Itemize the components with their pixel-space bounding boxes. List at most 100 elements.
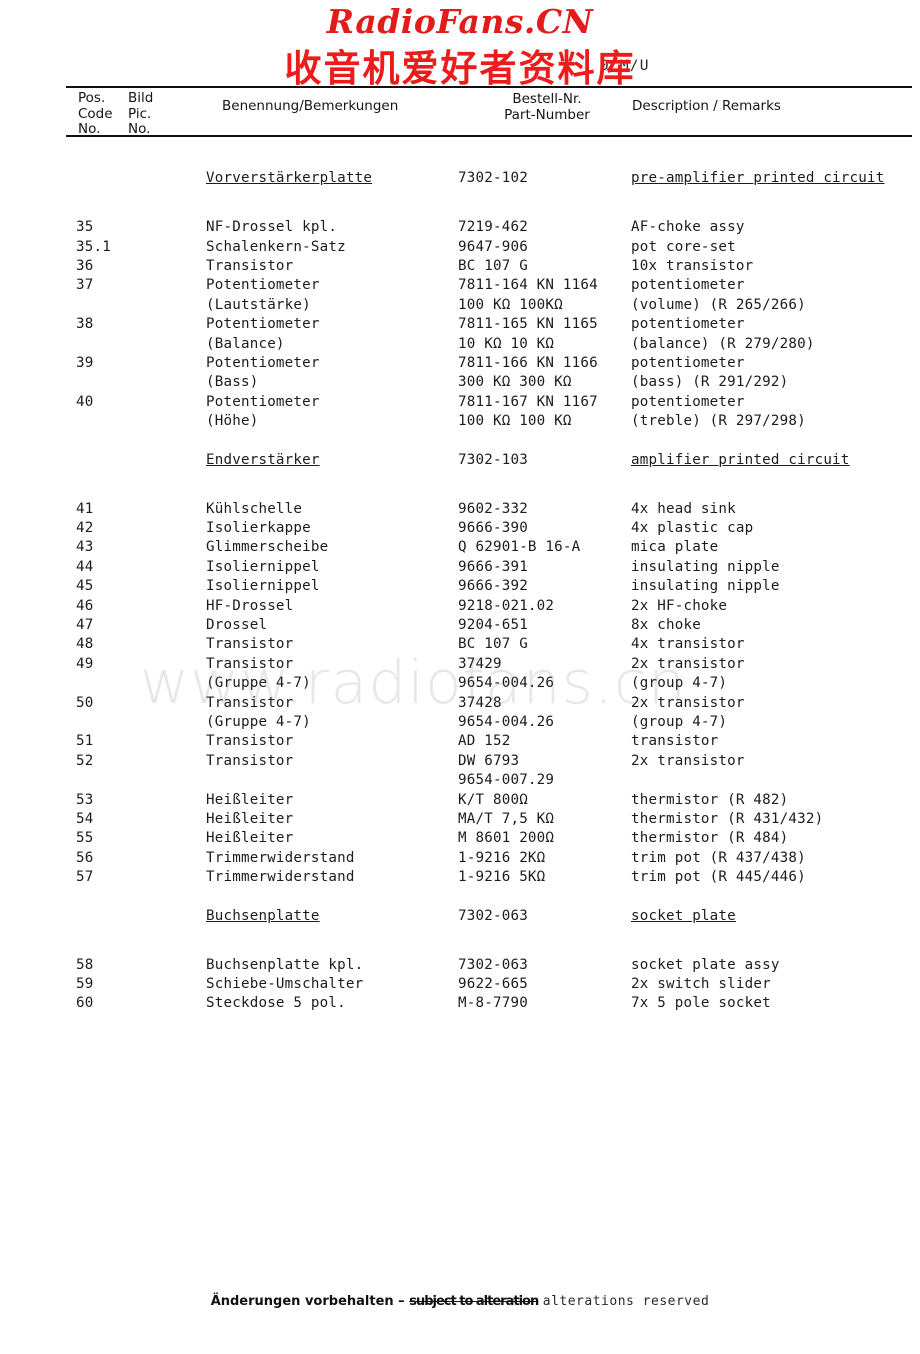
row-pos-code: 35 — [76, 219, 94, 236]
pos-line-1: Pos. — [78, 90, 106, 106]
table-row: 43 Glimmerscheibe Q 62901-B 16-A mica plate — [66, 538, 912, 557]
table-row: (Lautstärke) 100 KΩ 100KΩ (volume) (R 265/… — [66, 296, 912, 315]
table-row: 53 Heißleiter K/T 800Ω thermistor (R 482) — [66, 791, 912, 810]
row-pos-code: 37 — [76, 277, 94, 294]
row-part-number: 7811-164 KN 1164 — [458, 277, 598, 294]
row-pos-code: 52 — [76, 752, 94, 769]
row-pos-code: 56 — [76, 849, 94, 866]
row-pos-code: 55 — [76, 830, 94, 847]
table-row: 54 Heißleiter MA/T 7,5 KΩ thermistor (R 431… — [66, 810, 912, 829]
row-description: 7x 5 pole socket — [631, 995, 771, 1012]
bild-line-1: Bild — [128, 90, 154, 106]
row-benennung: Endverstärker — [206, 451, 320, 468]
row-description: (balance) (R 279/280) — [631, 335, 815, 352]
row-pos-code: 54 — [76, 810, 94, 827]
row-spacer — [66, 431, 912, 450]
row-description: amplifier printed circuit — [631, 451, 850, 468]
row-spacer — [66, 946, 912, 956]
table-row: 35.1 Schalenkern-Satz 9647-906 pot core-set — [66, 238, 912, 257]
row-part-number: 9666-390 — [458, 520, 528, 537]
row-benennung: Heißleiter — [206, 810, 294, 827]
row-benennung: Potentiometer — [206, 316, 320, 333]
row-description: 2x switch slider — [631, 976, 771, 993]
row-description: 4x transistor — [631, 636, 745, 653]
table-row: 36 Transistor BC 107 G 10x transistor — [66, 257, 912, 276]
pos-line-2: Code — [78, 105, 113, 122]
row-benennung: Schalenkern-Satz — [206, 238, 346, 255]
row-benennung: Isoliernippel — [206, 558, 320, 575]
row-part-number: 9218-021.02 — [458, 597, 555, 614]
row-part-number: 9622-665 — [458, 976, 528, 993]
row-benennung: Potentiometer — [206, 277, 320, 294]
row-pos-code: 44 — [76, 558, 94, 575]
row-part-number: 7811-167 KN 1167 — [458, 393, 598, 410]
row-description: thermistor (R 431/432) — [631, 810, 824, 827]
row-pos-code: 49 — [76, 655, 94, 672]
table-row: 47 Drossel 9204-651 8x choke — [66, 616, 912, 635]
table-row: 55 Heißleiter M 8601 200Ω thermistor (R 484… — [66, 829, 912, 848]
row-description: (treble) (R 297/298) — [631, 413, 806, 430]
row-description: (group 4-7) — [631, 713, 728, 730]
row-benennung: Potentiometer — [206, 354, 320, 371]
row-pos-code: 35.1 — [76, 238, 111, 255]
footer-struck-text: subject to alteration — [409, 1294, 539, 1309]
row-description: transistor — [631, 733, 719, 750]
row-benennung: (Gruppe 4-7) — [206, 713, 311, 730]
row-description: trim pot (R 445/446) — [631, 869, 806, 886]
row-part-number: BC 107 G — [458, 636, 528, 653]
row-pos-code: 46 — [76, 597, 94, 614]
row-part-number: 9654-004.26 — [458, 713, 555, 730]
bestell-line-2: Part-Number — [504, 107, 590, 123]
footer-typed-text: alterations reserved — [542, 1294, 710, 1309]
table-row: (Balance) 10 KΩ 10 KΩ (balance) (R 279/280… — [66, 335, 912, 354]
row-benennung: Transistor — [206, 733, 294, 750]
row-description: 8x choke — [631, 616, 701, 633]
table-row: 44 Isoliernippel 9666-391 insulating nipple — [66, 558, 912, 577]
row-description: insulating nipple — [631, 578, 780, 595]
row-description: 2x transistor — [631, 694, 745, 711]
row-part-number: 7302-063 — [458, 907, 528, 924]
row-description: (group 4-7) — [631, 675, 728, 692]
row-part-number: 7811-165 KN 1165 — [458, 316, 598, 333]
row-part-number: 37428 — [458, 694, 502, 711]
row-spacer — [66, 208, 912, 218]
table-row: 39 Potentiometer 7811-166 KN 1166 potentiom… — [66, 354, 912, 373]
table-row: 59 Schiebe-Umschalter 9622-665 2x switch sl… — [66, 975, 912, 994]
row-spacer — [66, 887, 912, 906]
row-benennung: Schiebe-Umschalter — [206, 976, 364, 993]
table-row: 52 Transistor DW 6793 2x transistor — [66, 752, 912, 771]
section-heading-row: Buchsenplatte 7302-063 socket plate — [66, 907, 912, 926]
row-description: potentiometer — [631, 316, 745, 333]
table-row: 56 Trimmerwiderstand 1-9216 2KΩ trim pot (R… — [66, 849, 912, 868]
row-part-number: 7811-166 KN 1166 — [458, 354, 598, 371]
row-benennung: NF-Drossel kpl. — [206, 219, 338, 236]
row-part-number: 7302-103 — [458, 451, 528, 468]
row-benennung: Transistor — [206, 257, 294, 274]
row-pos-code: 47 — [76, 616, 94, 633]
row-pos-code: 36 — [76, 257, 94, 274]
row-pos-code: 50 — [76, 694, 94, 711]
row-benennung: Trimmerwiderstand — [206, 849, 355, 866]
row-benennung: Trimmerwiderstand — [206, 869, 355, 886]
row-part-number: 9602-332 — [458, 500, 528, 517]
row-description: 2x transistor — [631, 655, 745, 672]
table-row: 60 Steckdose 5 pol. M-8-7790 7x 5 pole sock… — [66, 994, 912, 1013]
row-description: potentiometer — [631, 393, 745, 410]
table-row: (Gruppe 4-7) 9654-004.26 (group 4-7) — [66, 674, 912, 693]
row-benennung: Isoliernippel — [206, 578, 320, 595]
section-heading-row: Vorverstärkerplatte 7302-102 pre-amplifier… — [66, 169, 912, 188]
row-benennung: (Balance) — [206, 335, 285, 352]
row-part-number: DW 6793 — [458, 752, 520, 769]
radiofans-watermark: RadioFans.CN — [326, 2, 594, 41]
row-pos-code: 38 — [76, 316, 94, 333]
table-header: Pos. Code No. Bild Pic. No. Benennung/Be… — [66, 88, 912, 136]
row-spacer — [66, 150, 912, 169]
footer-note: Änderungen vorbehalten – subject to alte… — [0, 1294, 920, 1309]
row-pos-code: 53 — [76, 791, 94, 808]
row-benennung: Buchsenplatte — [206, 907, 320, 924]
row-part-number: AD 152 — [458, 733, 511, 750]
row-part-number: 100 KΩ 100KΩ — [458, 296, 563, 313]
table-row: (Höhe) 100 KΩ 100 KΩ (treble) (R 297/298) — [66, 412, 912, 431]
row-description: trim pot (R 437/438) — [631, 849, 806, 866]
row-part-number: 9666-391 — [458, 558, 528, 575]
